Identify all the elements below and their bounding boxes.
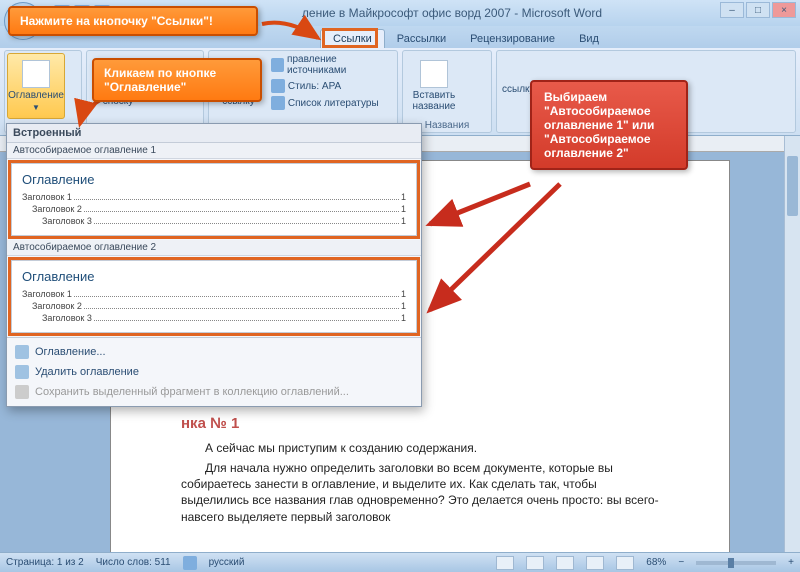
- tab-review[interactable]: Рецензирование: [458, 30, 567, 48]
- outline-view-button[interactable]: [586, 556, 604, 570]
- toc-auto1-preview[interactable]: Оглавление Заголовок 11 Заголовок 21 Заг…: [11, 163, 417, 236]
- toc-preview-title: Оглавление: [22, 269, 406, 284]
- status-language[interactable]: русский: [209, 557, 245, 568]
- manage-sources-label: правление источниками: [287, 54, 392, 76]
- status-bar: Страница: 1 из 2 Число слов: 511 русский…: [0, 552, 800, 572]
- bibliography-label: Список литературы: [288, 98, 379, 109]
- insert-caption-button[interactable]: Вставить название: [405, 53, 463, 119]
- caption-label: Вставить название: [407, 90, 461, 112]
- doc-text: Для начала нужно определить заголовки во…: [181, 460, 659, 525]
- toc-save-menu-item: Сохранить выделенный фрагмент в коллекци…: [7, 382, 421, 402]
- zoom-out-button[interactable]: −: [678, 557, 684, 568]
- zoom-slider-thumb[interactable]: [728, 558, 734, 568]
- web-layout-view-button[interactable]: [556, 556, 574, 570]
- toc-insert-menu-item[interactable]: Оглавление...: [7, 342, 421, 362]
- caption-icon: [420, 60, 448, 88]
- toc-save-label: Сохранить выделенный фрагмент в коллекци…: [35, 386, 349, 398]
- print-layout-view-button[interactable]: [496, 556, 514, 570]
- minimize-button[interactable]: –: [720, 2, 744, 18]
- scrollbar-thumb[interactable]: [787, 156, 798, 216]
- bibliography-button[interactable]: Список литературы: [268, 95, 395, 111]
- tab-references[interactable]: Ссылки: [320, 29, 385, 48]
- style-icon: [271, 79, 285, 93]
- manage-sources-button[interactable]: правление источниками: [268, 53, 395, 77]
- sources-icon: [271, 58, 284, 72]
- spellcheck-icon[interactable]: [183, 556, 197, 570]
- doc-text: А сейчас мы приступим к созданию содержа…: [181, 440, 659, 456]
- toc-insert-label: Оглавление...: [35, 346, 106, 358]
- doc-heading: нка № 1: [181, 415, 659, 432]
- toc-button[interactable]: Оглавление ▼: [7, 53, 65, 119]
- callout-click-references: Нажмите на кнопочку "Ссылки"!: [8, 6, 258, 36]
- full-screen-view-button[interactable]: [526, 556, 544, 570]
- toc-save-icon: [15, 385, 29, 399]
- status-word-count[interactable]: Число слов: 511: [96, 557, 171, 568]
- toc-icon: [22, 60, 50, 88]
- toc-remove-label: Удалить оглавление: [35, 366, 139, 378]
- style-dropdown[interactable]: Стиль: APA: [268, 78, 395, 94]
- toc-auto2-preview[interactable]: Оглавление Заголовок 11 Заголовок 21 Заг…: [11, 260, 417, 333]
- close-button[interactable]: ×: [772, 2, 796, 18]
- maximize-button[interactable]: □: [746, 2, 770, 18]
- toc-remove-icon: [15, 365, 29, 379]
- toc-insert-icon: [15, 345, 29, 359]
- zoom-slider[interactable]: [696, 561, 776, 565]
- zoom-level[interactable]: 68%: [646, 557, 666, 568]
- zoom-in-button[interactable]: +: [788, 557, 794, 568]
- style-label: Стиль: APA: [288, 81, 341, 92]
- toc-builtin-header: Встроенный: [7, 124, 421, 143]
- toc-preview-title: Оглавление: [22, 172, 406, 187]
- toc-button-label: Оглавление: [8, 90, 64, 101]
- toc-auto1-label: Автособираемое оглавление 1: [7, 143, 421, 159]
- callout-click-toc: Кликаем по кнопке "Оглавление": [92, 58, 262, 102]
- bibliography-icon: [271, 96, 285, 110]
- tab-mailings[interactable]: Рассылки: [385, 30, 458, 48]
- callout-choose-auto-toc: Выбираем "Автособираемое оглавление 1" и…: [530, 80, 688, 170]
- toc-remove-menu-item[interactable]: Удалить оглавление: [7, 362, 421, 382]
- chevron-down-icon: ▼: [32, 103, 40, 112]
- vertical-scrollbar[interactable]: [784, 136, 800, 552]
- toc-auto2-label: Автособираемое оглавление 2: [7, 240, 421, 256]
- status-page[interactable]: Страница: 1 из 2: [6, 557, 84, 568]
- draft-view-button[interactable]: [616, 556, 634, 570]
- toc-gallery-dropdown: Встроенный Автособираемое оглавление 1 О…: [6, 123, 422, 407]
- tab-view[interactable]: Вид: [567, 30, 611, 48]
